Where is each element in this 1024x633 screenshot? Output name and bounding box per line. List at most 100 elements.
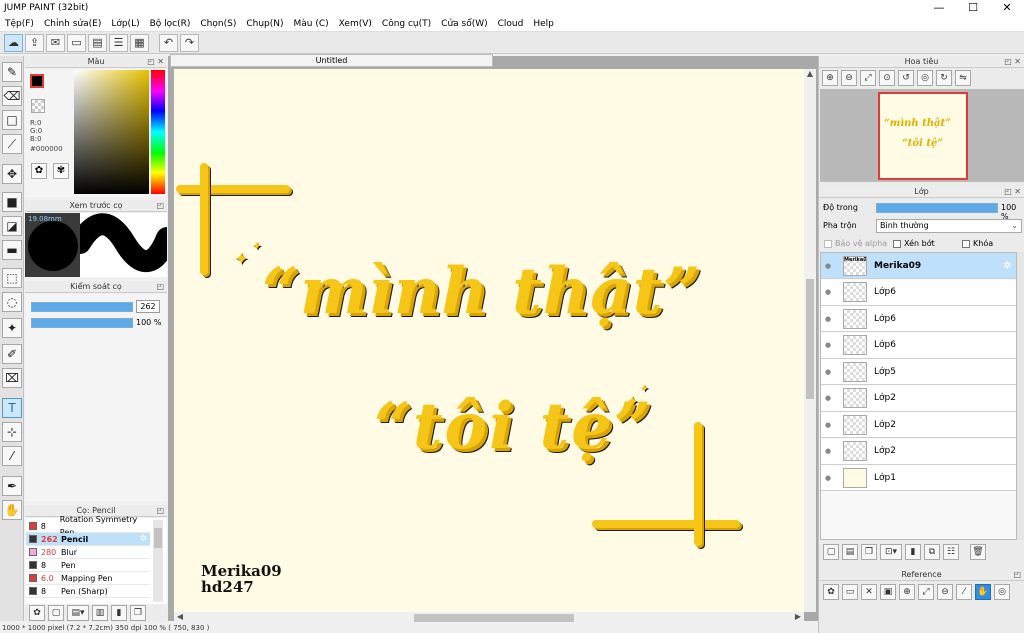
reference-add-icon[interactable]: ✿ (823, 584, 839, 600)
chat-icon[interactable]: ▭ (67, 33, 86, 52)
reset-rotation-icon[interactable]: ◎ (917, 70, 933, 86)
visibility-eye-icon[interactable]: ● (821, 315, 835, 323)
visibility-eye-icon[interactable]: ● (821, 447, 835, 455)
menu-help[interactable]: Help (528, 19, 559, 29)
fit-icon[interactable]: ⤢ (860, 70, 876, 86)
brush-tool-icon[interactable]: ✎ (2, 62, 22, 82)
layer-type-menu-icon[interactable]: ⊡▾ (880, 544, 902, 560)
pen-tool-icon[interactable]: ✒ (2, 476, 22, 496)
visibility-eye-icon[interactable]: ● (821, 368, 835, 376)
duplicate-layer-icon[interactable]: ❐ (861, 544, 877, 560)
navigator-preview[interactable]: “mình thật” “tôi tệ” (878, 92, 968, 180)
reference-open-icon[interactable]: ▭ (842, 584, 858, 600)
menu-edit[interactable]: Chỉnh sửa(E) (39, 19, 106, 29)
list-icon[interactable]: ☰ (109, 33, 128, 52)
scrollbar-thumb[interactable] (154, 528, 162, 548)
saturation-value-picker[interactable] (74, 70, 149, 194)
brush-list-item[interactable]: 280 Blur (26, 546, 150, 559)
gear-icon[interactable]: ✲ (139, 533, 147, 546)
clipping-checkbox[interactable]: Xén bớt (893, 239, 935, 248)
flip-icon[interactable]: ⇋ (955, 70, 971, 86)
zoom-in-icon[interactable]: ⊕ (822, 70, 838, 86)
undo-icon[interactable]: ↶ (159, 33, 178, 52)
layer-row[interactable]: ● Lớp2 (821, 412, 1016, 438)
bucket-tool-icon[interactable]: ◪ (2, 216, 22, 236)
close-button[interactable]: ✕ (990, 0, 1024, 16)
palette-icon[interactable]: ✿ (31, 163, 47, 179)
reference-eyedropper-icon[interactable]: ⁄ (956, 584, 972, 600)
reference-rotate-icon[interactable]: ◎ (994, 584, 1010, 600)
transparent-color-swatch[interactable] (31, 99, 45, 113)
scroll-right-icon[interactable]: ▶ (792, 612, 804, 624)
layer-row[interactable]: ● Lớp6 (821, 332, 1016, 359)
canvas-text-line1[interactable]: “mình thật” (262, 254, 701, 329)
scroll-up-icon[interactable]: ▲ (804, 69, 816, 81)
canvas-text-line2[interactable]: “tôi tệ” (374, 389, 653, 464)
layer-row[interactable]: ● Lớp2 (821, 385, 1016, 412)
palette-edit-icon[interactable]: ✾ (53, 163, 69, 179)
select-eraser-tool-icon[interactable]: ⌧ (2, 368, 22, 388)
new-brush-icon[interactable]: ▢ (48, 605, 64, 621)
merge-layer-icon[interactable]: ⧉ (924, 544, 940, 560)
fill-shape-tool-icon[interactable]: ■ (2, 192, 22, 212)
panel-menu-icon[interactable]: ◰ ✕ (1004, 186, 1021, 198)
canvas-vertical-scrollbar[interactable]: ▲ (804, 69, 816, 612)
canvas-document[interactable]: ✦ ✦ ✦ ✦ “mình thật” “tôi tệ” Merika09 hd… (174, 69, 804, 612)
grid-icon[interactable]: ▦ (130, 33, 149, 52)
visibility-eye-icon[interactable]: ● (821, 394, 835, 402)
lock-checkbox[interactable]: Khóa (962, 239, 993, 248)
menu-file[interactable]: Tệp(F) (0, 19, 39, 29)
panel-menu-icon[interactable]: ◰ (156, 281, 164, 293)
text-tool-icon[interactable]: T (2, 398, 22, 418)
rect-select-tool-icon[interactable]: □ (2, 110, 22, 130)
eraser-tool-icon[interactable]: ⌫ (2, 86, 22, 106)
brush-size-slider[interactable] (31, 302, 133, 312)
gradient-tool-icon[interactable]: ▬ (2, 240, 22, 260)
reference-fit-icon[interactable]: ⤢ (918, 584, 934, 600)
canvas-horizontal-scrollbar[interactable]: ◀ ▶ (174, 612, 804, 624)
minimize-button[interactable]: — (922, 0, 956, 16)
document-tab[interactable]: Untitled (170, 54, 493, 67)
magic-wand-tool-icon[interactable]: ✦ (2, 318, 22, 338)
brush-settings-icon[interactable]: ▥ (92, 605, 108, 621)
layer-row[interactable]: ● Lớp6 (821, 306, 1016, 332)
new-layer-icon[interactable]: ▢ (823, 544, 839, 560)
layer-folder-icon[interactable]: ▮ (905, 544, 921, 560)
brush-list-item[interactable]: 6.0 Mapping Pen (26, 572, 150, 585)
export-icon[interactable]: ⇪ (25, 33, 44, 52)
copy-brush-icon[interactable]: ❐ (130, 605, 146, 621)
brush-list-item[interactable]: 8 Pen (Sharp) (26, 585, 150, 598)
menu-capture[interactable]: Chụp(N) (241, 19, 288, 29)
redo-icon[interactable]: ↷ (180, 33, 199, 52)
hue-slider[interactable] (151, 70, 165, 194)
reference-close-icon[interactable]: ✕ (861, 584, 877, 600)
visibility-eye-icon[interactable]: ● (821, 262, 835, 270)
layer-opacity-slider[interactable] (876, 203, 998, 213)
protect-alpha-checkbox[interactable]: Bảo vệ alpha (824, 239, 887, 248)
brush-list-item[interactable]: 8 Pen (26, 559, 150, 572)
rotate-left-icon[interactable]: ↺ (898, 70, 914, 86)
delete-layer-icon[interactable]: 🗑 (970, 544, 986, 560)
blend-mode-select[interactable]: Bình thường ⌄ (876, 219, 1022, 233)
layer-row[interactable]: ● Lớp5 (821, 359, 1016, 385)
actual-size-icon[interactable]: ⊙ (879, 70, 895, 86)
select-pen-tool-icon[interactable]: ✐ (2, 344, 22, 364)
document-icon[interactable]: ▤ (88, 33, 107, 52)
panel-menu-icon[interactable]: ◰ (156, 505, 164, 517)
layer-settings-icon[interactable]: ☷ (943, 544, 959, 560)
primary-color-swatch[interactable] (30, 74, 44, 88)
visibility-eye-icon[interactable]: ● (821, 341, 835, 349)
menu-window[interactable]: Cửa sổ(W) (436, 19, 492, 29)
brush-list-scrollbar[interactable] (153, 520, 163, 602)
horizontal-scroll-thumb[interactable] (414, 614, 574, 622)
reference-hand-icon[interactable]: ✋ (975, 584, 991, 600)
marquee-tool-icon[interactable]: ⬚ (2, 268, 22, 288)
brush-type-icon[interactable]: ▤▾ (67, 605, 89, 621)
brush-folder-icon[interactable]: ▮ (111, 605, 127, 621)
panel-menu-icon[interactable]: ◰ ✕ (1004, 56, 1021, 68)
layer-row[interactable]: ● Lớp1 (821, 465, 1016, 491)
eyedropper-tool-icon[interactable]: ⁄ (2, 446, 22, 466)
menu-color[interactable]: Màu (C) (289, 19, 334, 29)
lasso-tool-icon[interactable]: ◌ (2, 292, 22, 312)
panel-menu-icon[interactable]: ◰ (1013, 569, 1021, 581)
